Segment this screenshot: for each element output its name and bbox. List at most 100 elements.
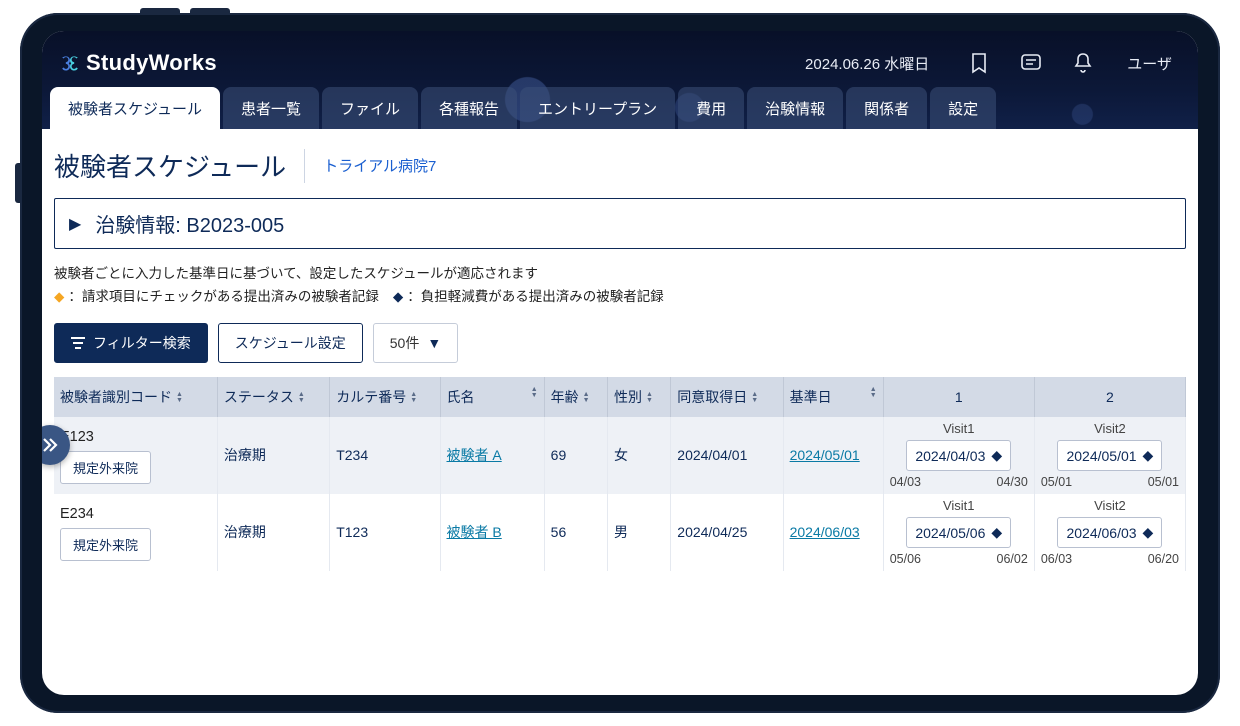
unscheduled-visit-button[interactable]: 規定外来院: [60, 528, 151, 561]
status-cell: 治療期: [217, 417, 329, 494]
col-visit-1: 1: [883, 377, 1034, 417]
subject-name-link[interactable]: 被験者 B: [447, 524, 502, 540]
tab-stakeholders[interactable]: 関係者: [846, 87, 927, 129]
col-gender[interactable]: 性別▲▼: [607, 377, 670, 417]
controls-row: フィルター検索 スケジュール設定 50件 ▼: [54, 323, 1186, 363]
trial-info-expander[interactable]: ▶ 治験情報: B2023-005: [54, 198, 1186, 249]
col-visit-2: 2: [1034, 377, 1185, 417]
bell-icon[interactable]: [1065, 45, 1101, 81]
table-header: 被験者識別コード▲▼ ステータス▲▼ カルテ番号▲▼ 氏名▲▼ 年齢▲▼ 性別▲…: [54, 377, 1186, 417]
diamond-navy-icon: ◆: [991, 524, 1002, 541]
col-reference-date[interactable]: 基準日▲▼: [783, 377, 883, 417]
visit-label: Visit1: [886, 498, 1032, 513]
sort-icon: ▲▼: [583, 392, 590, 404]
visit-date-button[interactable]: 2024/06/03 ◆: [1057, 517, 1162, 548]
legend-billing-text: ：請求項目にチェックがある提出済みの被験者記録: [68, 286, 379, 309]
chart-no-cell: T234: [330, 417, 440, 494]
schedule-table: 被験者識別コード▲▼ ステータス▲▼ カルテ番号▲▼ 氏名▲▼ 年齢▲▼ 性別▲…: [54, 377, 1186, 571]
device-button: [190, 8, 230, 13]
diamond-navy-icon: ◆: [1143, 524, 1154, 541]
table-row: E234 規定外来院 治療期 T123 被験者 B 56 男 2024/04/2…: [54, 494, 1186, 571]
schedule-table-wrap: 被験者識別コード▲▼ ステータス▲▼ カルテ番号▲▼ 氏名▲▼ 年齢▲▼ 性別▲…: [54, 377, 1186, 571]
subject-code: E234: [60, 500, 211, 522]
site-name: トライアル病院7: [323, 155, 436, 176]
logo-mark-icon: [60, 53, 80, 73]
visit-date-button[interactable]: 2024/05/06 ◆: [906, 517, 1011, 548]
legend: ◆ ：請求項目にチェックがある提出済みの被験者記録 ◆ ：負担軽減費がある提出済…: [54, 286, 1186, 309]
diamond-navy-icon: ◆: [991, 447, 1002, 464]
visit-label: Visit1: [886, 421, 1032, 436]
subject-code: E123: [60, 423, 211, 445]
col-name[interactable]: 氏名▲▼: [440, 377, 544, 417]
page-header: 被験者スケジュール トライアル病院7: [54, 147, 1186, 184]
divider: [304, 149, 305, 183]
col-chart-no[interactable]: カルテ番号▲▼: [330, 377, 440, 417]
visit-date-button[interactable]: 2024/04/03 ◆: [906, 440, 1011, 471]
col-subject-code[interactable]: 被験者識別コード▲▼: [54, 377, 217, 417]
page-size-select[interactable]: 50件 ▼: [373, 323, 458, 363]
visit-label: Visit2: [1037, 421, 1183, 436]
visit-range: 05/01 05/01: [1037, 475, 1183, 489]
filter-search-label: フィルター検索: [93, 333, 191, 353]
age-cell: 69: [544, 417, 607, 494]
sort-icon: ▲▼: [646, 392, 653, 404]
page-content: 被験者スケジュール トライアル病院7 ▶ 治験情報: B2023-005 被験者…: [42, 129, 1198, 695]
reference-date-link[interactable]: 2024/06/03: [790, 524, 860, 540]
table-row: E123 規定外来院 治療期 T234 被験者 A 69 女 2024/04/0…: [54, 417, 1186, 494]
legend-burden-text: ：負担軽減費がある提出済みの被験者記録: [407, 286, 664, 309]
tab-settings[interactable]: 設定: [930, 87, 996, 129]
tab-reports[interactable]: 各種報告: [421, 87, 517, 129]
visit-range: 04/03 04/30: [886, 475, 1032, 489]
unscheduled-visit-button[interactable]: 規定外来院: [60, 451, 151, 484]
filter-search-button[interactable]: フィルター検索: [54, 323, 208, 363]
subject-name-link[interactable]: 被験者 A: [447, 447, 502, 463]
diamond-navy-icon: ◆: [1143, 447, 1154, 464]
page-title: 被験者スケジュール: [54, 147, 286, 184]
col-age[interactable]: 年齢▲▼: [544, 377, 607, 417]
tab-costs[interactable]: 費用: [678, 87, 744, 129]
app-name: StudyWorks: [86, 50, 217, 76]
filter-icon: [71, 337, 85, 349]
visit-date-button[interactable]: 2024/05/01 ◆: [1057, 440, 1162, 471]
visit-range: 05/06 06/02: [886, 552, 1032, 566]
reference-date-link[interactable]: 2024/05/01: [790, 447, 860, 463]
app-logo[interactable]: StudyWorks: [60, 50, 217, 76]
diamond-navy-icon: ◆: [393, 286, 403, 309]
tab-files[interactable]: ファイル: [322, 87, 418, 129]
sort-icon: ▲▼: [298, 392, 305, 404]
schedule-settings-label: スケジュール設定: [235, 333, 346, 353]
age-cell: 56: [544, 494, 607, 571]
message-icon[interactable]: [1013, 45, 1049, 81]
sort-icon: ▲▼: [751, 392, 758, 404]
app-screen: StudyWorks 2024.06.26 水曜日 ユーザ 被験者スケジュール …: [42, 31, 1198, 695]
tab-trial-info[interactable]: 治験情報: [747, 87, 843, 129]
col-consent-date[interactable]: 同意取得日▲▼: [671, 377, 783, 417]
topbar: StudyWorks 2024.06.26 水曜日 ユーザ: [42, 31, 1198, 85]
main-tabs: 被験者スケジュール 患者一覧 ファイル 各種報告 エントリープラン 費用 治験情…: [42, 85, 1198, 129]
user-menu[interactable]: ユーザ: [1127, 53, 1172, 74]
tab-patient-list[interactable]: 患者一覧: [223, 87, 319, 129]
consent-date-cell: 2024/04/01: [671, 417, 783, 494]
triangle-right-icon: ▶: [69, 214, 81, 234]
col-status[interactable]: ステータス▲▼: [217, 377, 329, 417]
trial-info-label: 治験情報: B2023-005: [95, 209, 284, 238]
gender-cell: 男: [607, 494, 670, 571]
page-size-label: 50件: [390, 333, 420, 353]
consent-date-cell: 2024/04/25: [671, 494, 783, 571]
chart-no-cell: T123: [330, 494, 440, 571]
tab-subject-schedule[interactable]: 被験者スケジュール: [50, 87, 220, 129]
tablet-frame: StudyWorks 2024.06.26 水曜日 ユーザ 被験者スケジュール …: [20, 13, 1220, 713]
tab-entry-plan[interactable]: エントリープラン: [520, 87, 675, 129]
app-header: StudyWorks 2024.06.26 水曜日 ユーザ 被験者スケジュール …: [42, 31, 1198, 129]
visit-label: Visit2: [1037, 498, 1183, 513]
caret-down-icon: ▼: [427, 335, 441, 351]
sort-icon: ▲▼: [410, 392, 417, 404]
description-line: 被験者ごとに入力した基準日に基づいて、設定したスケジュールが適応されます: [54, 263, 1186, 286]
sort-icon: ▲▼: [176, 392, 183, 404]
diamond-orange-icon: ◆: [54, 286, 64, 309]
description: 被験者ごとに入力した基準日に基づいて、設定したスケジュールが適応されます ◆ ：…: [54, 263, 1186, 309]
sort-icon: ▲▼: [870, 387, 877, 399]
device-button: [140, 8, 180, 13]
schedule-settings-button[interactable]: スケジュール設定: [218, 323, 363, 363]
bookmark-icon[interactable]: [961, 45, 997, 81]
